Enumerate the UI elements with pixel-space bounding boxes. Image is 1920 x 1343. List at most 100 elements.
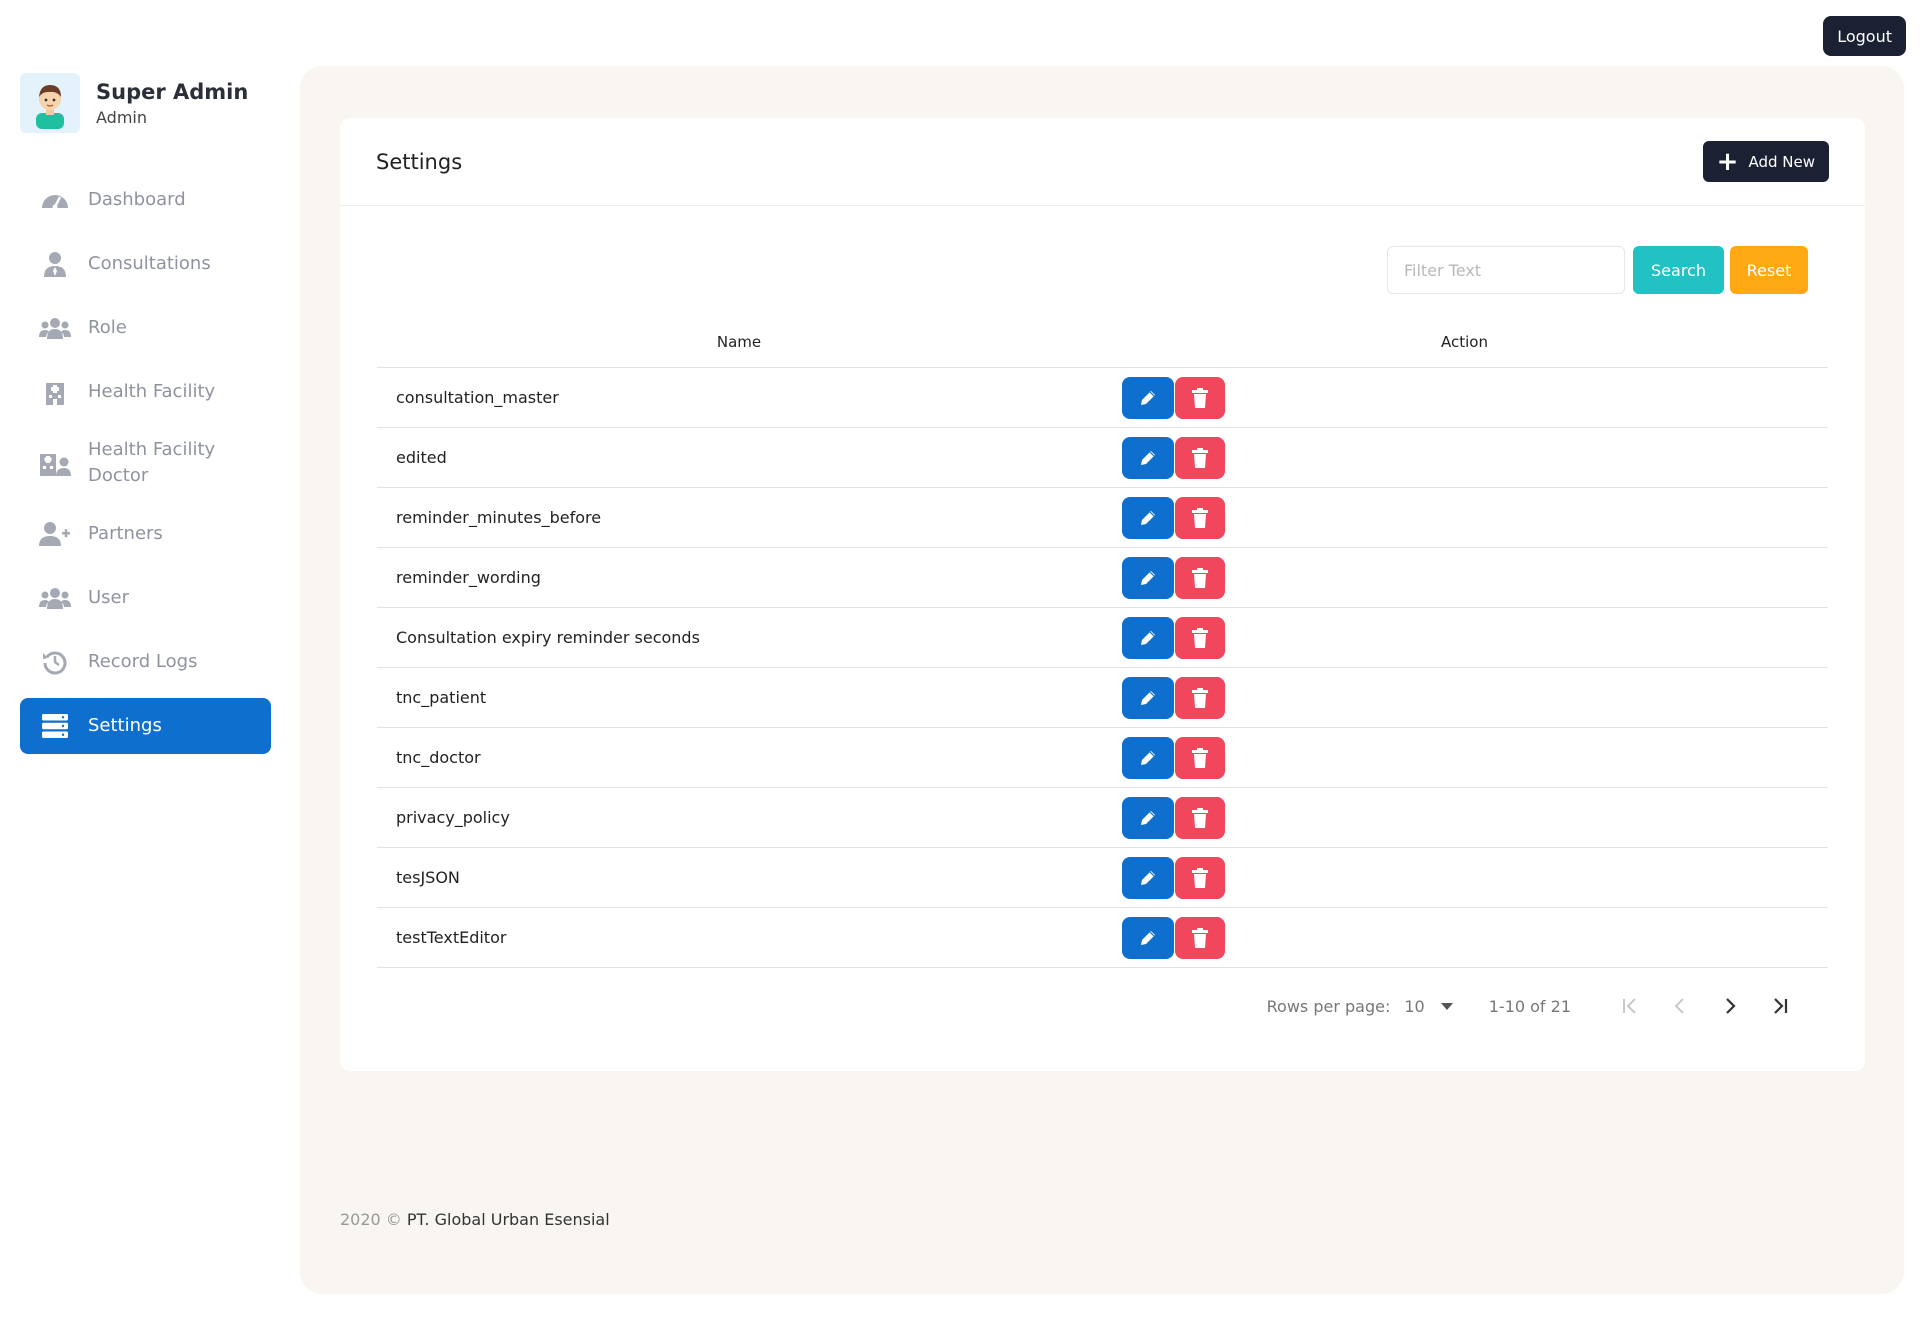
sidebar-item-label: Partners — [88, 523, 163, 544]
sidebar-item-health-facility-doctor[interactable]: Health Facility Doctor — [20, 428, 271, 498]
pencil-icon — [1141, 930, 1155, 945]
trash-icon — [1192, 567, 1208, 588]
setting-name: testTextEditor — [396, 928, 507, 947]
app-root: Logout Super Admin Admin Dashboard Consu… — [0, 0, 1920, 1343]
setting-name: edited — [396, 448, 447, 467]
hospital-user-icon — [38, 448, 72, 478]
delete-button[interactable] — [1175, 916, 1225, 959]
footer-company: PT. Global Urban Esensial — [406, 1210, 610, 1229]
row-actions — [1122, 556, 1225, 599]
table-row: reminder_wording — [377, 548, 1828, 608]
reset-button[interactable]: Reset — [1730, 246, 1808, 294]
sidebar-item-health-facility[interactable]: Health Facility — [20, 364, 271, 420]
setting-name: reminder_minutes_before — [396, 508, 602, 527]
edit-button[interactable] — [1122, 376, 1174, 419]
user-tie-icon — [38, 249, 72, 279]
sidebar-item-user[interactable]: User — [20, 570, 271, 626]
trash-icon — [1192, 387, 1208, 408]
logout-button[interactable]: Logout — [1823, 16, 1906, 56]
pencil-icon — [1141, 690, 1155, 705]
row-actions — [1122, 916, 1225, 959]
delete-button[interactable] — [1175, 436, 1225, 479]
edit-button[interactable] — [1122, 916, 1174, 959]
trash-icon — [1192, 867, 1208, 888]
row-actions — [1122, 676, 1225, 719]
setting-name: reminder_wording — [396, 568, 541, 587]
pencil-icon — [1141, 810, 1155, 825]
sidebar-item-partners[interactable]: Partners — [20, 506, 271, 562]
row-actions — [1122, 796, 1225, 839]
row-actions — [1122, 616, 1225, 659]
column-header-name[interactable]: Name — [377, 333, 1101, 351]
delete-button[interactable] — [1175, 736, 1225, 779]
sidebar-item-label: User — [88, 587, 130, 608]
sidebar-item-consultations[interactable]: Consultations — [20, 236, 271, 292]
add-new-label: Add New — [1748, 152, 1815, 171]
caret-down-icon — [1440, 1002, 1453, 1010]
sidebar-item-record-logs[interactable]: Record Logs — [20, 634, 271, 690]
delete-button[interactable] — [1175, 496, 1225, 539]
settings-table: Name Action consultation_master edited rem… — [377, 316, 1828, 968]
pencil-icon — [1141, 870, 1155, 885]
edit-button[interactable] — [1122, 856, 1174, 899]
pencil-icon — [1141, 390, 1155, 405]
settings-card: Settings + Add New Search Reset Name Act… — [340, 118, 1865, 1071]
sidebar-item-dashboard[interactable]: Dashboard — [20, 172, 271, 228]
table-header: Name Action — [377, 316, 1828, 368]
edit-button[interactable] — [1122, 736, 1174, 779]
sidebar-item-settings[interactable]: Settings — [20, 698, 271, 754]
delete-button[interactable] — [1175, 796, 1225, 839]
row-actions — [1122, 436, 1225, 479]
pagination-range: 1-10 of 21 — [1488, 996, 1571, 1016]
setting-name: privacy_policy — [396, 808, 510, 827]
table-row: reminder_minutes_before — [377, 488, 1828, 548]
table-row: tnc_patient — [377, 668, 1828, 728]
footer: 2020 © PT. Global Urban Esensial — [340, 1210, 610, 1229]
first-page-button[interactable] — [1605, 988, 1655, 1024]
delete-button[interactable] — [1175, 376, 1225, 419]
pencil-icon — [1141, 750, 1155, 765]
hospital-icon — [38, 377, 72, 407]
prev-page-button[interactable] — [1655, 988, 1705, 1024]
filter-text-input[interactable] — [1387, 246, 1625, 294]
rows-per-page-select[interactable]: 10 — [1404, 996, 1453, 1016]
trash-icon — [1192, 747, 1208, 768]
delete-button[interactable] — [1175, 616, 1225, 659]
edit-button[interactable] — [1122, 616, 1174, 659]
edit-button[interactable] — [1122, 556, 1174, 599]
edit-button[interactable] — [1122, 496, 1174, 539]
delete-button[interactable] — [1175, 856, 1225, 899]
sidebar-item-label: Health Facility — [88, 381, 216, 402]
setting-name: Consultation expiry reminder seconds — [396, 628, 700, 647]
sidebar-item-label: Record Logs — [88, 651, 198, 672]
users-icon — [38, 313, 72, 343]
plus-icon: + — [1716, 146, 1739, 177]
footer-year: 2020 © — [340, 1210, 402, 1229]
setting-name: tnc_doctor — [396, 748, 481, 767]
table-row: edited — [377, 428, 1828, 488]
delete-button[interactable] — [1175, 556, 1225, 599]
sidebar-item-label: Dashboard — [88, 189, 186, 210]
avatar-illustration-icon — [36, 85, 64, 129]
sidebar-item-role[interactable]: Role — [20, 300, 271, 356]
row-actions — [1122, 496, 1225, 539]
column-header-action: Action — [1441, 332, 1488, 351]
last-page-button[interactable] — [1755, 988, 1805, 1024]
pencil-icon — [1141, 450, 1155, 465]
row-actions — [1122, 736, 1225, 779]
search-button[interactable]: Search — [1633, 246, 1724, 294]
delete-button[interactable] — [1175, 676, 1225, 719]
edit-button[interactable] — [1122, 676, 1174, 719]
edit-button[interactable] — [1122, 436, 1174, 479]
add-new-button[interactable]: + Add New — [1702, 141, 1829, 182]
rows-per-page-value: 10 — [1404, 996, 1425, 1016]
sidebar-nav: Dashboard Consultations Role Health Faci… — [20, 172, 271, 762]
rows-per-page-label: Rows per page: — [1266, 996, 1391, 1016]
table-row: tesJSON — [377, 848, 1828, 908]
row-actions — [1122, 376, 1225, 419]
edit-button[interactable] — [1122, 796, 1174, 839]
page-title: Settings — [376, 149, 463, 174]
sidebar-item-label: Consultations — [88, 253, 211, 274]
setting-name: tesJSON — [396, 868, 460, 887]
next-page-button[interactable] — [1705, 988, 1755, 1024]
